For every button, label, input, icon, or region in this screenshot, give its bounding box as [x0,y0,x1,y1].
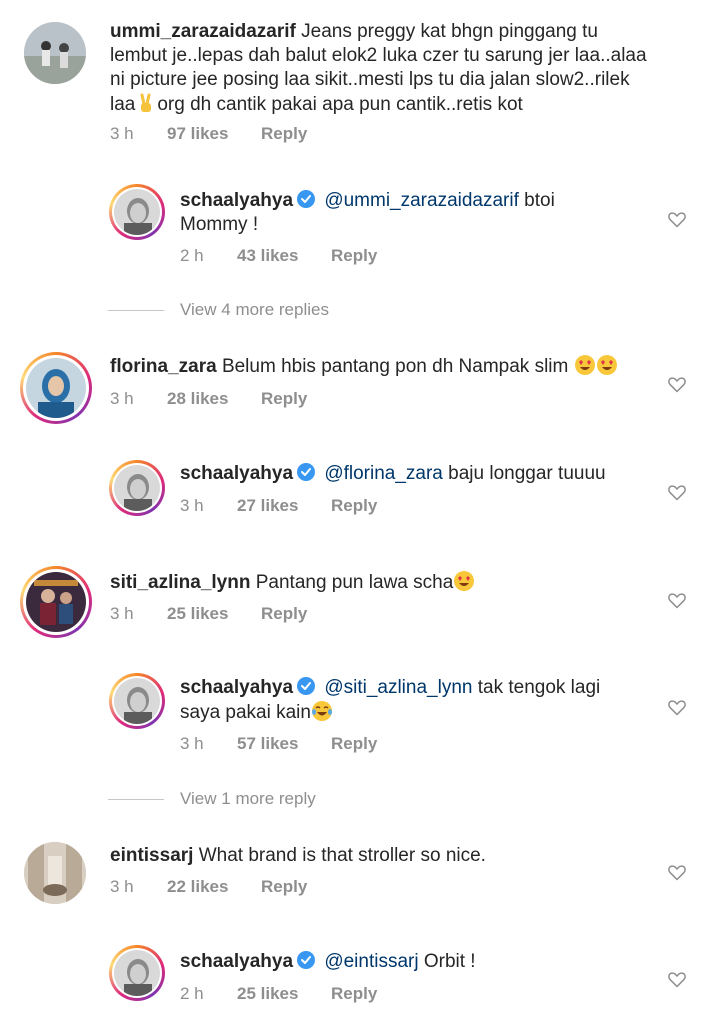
reply-username[interactable]: schaalyahya [180,677,293,698]
comment-username[interactable]: eintissarj [110,845,193,866]
avatar[interactable] [20,566,92,638]
avatar-photo [114,950,160,996]
avatar-photo [24,842,86,904]
heart-icon[interactable] [667,482,687,502]
comment-username[interactable]: florina_zara [110,356,217,377]
reply-username[interactable]: schaalyahya [180,463,293,484]
avatar[interactable] [109,184,165,240]
comment-time: 3 h [110,124,134,143]
avatar-photo [114,465,160,511]
avatar[interactable] [20,352,92,424]
verified-badge-icon [297,951,316,969]
reply-button[interactable]: Reply [261,877,307,897]
mention-link[interactable]: @siti_azlina_lynn [324,677,472,698]
mention-link[interactable]: @eintissarj [324,951,418,972]
divider [108,310,164,312]
avatar[interactable] [109,945,165,1001]
heart-icon[interactable] [667,969,687,989]
comment-text: ummi_zarazaidazarif Jeans preggy kat bhg… [110,21,647,115]
comment-time: 3 h [110,389,134,408]
reply-button[interactable]: Reply [261,604,307,624]
avatar[interactable] [24,22,86,84]
heart-eyes-emoji [574,354,618,379]
reply-time: 2 h [180,984,204,1003]
avatar-photo [114,678,160,724]
heart-icon[interactable] [667,209,687,229]
reply-button[interactable]: Reply [331,734,377,754]
tears-of-joy-emoji [311,701,332,721]
verified-badge-icon [297,190,316,208]
view-more-replies[interactable]: View 1 more reply [108,789,316,809]
reply-button[interactable]: Reply [261,389,307,409]
heart-icon[interactable] [667,697,687,717]
heart-icon[interactable] [667,862,687,882]
avatar-photo [26,572,86,632]
likes-count[interactable]: 25 likes [237,984,298,1004]
reply-username[interactable]: schaalyahya [180,951,293,972]
likes-count[interactable]: 22 likes [167,877,228,897]
reply-text: schaalyahya @ummi_zarazaidazarif btoi Mo… [180,190,555,235]
reply-time: 3 h [180,496,204,515]
likes-count[interactable]: 57 likes [237,734,298,754]
avatar-photo [26,358,86,418]
likes-count[interactable]: 97 likes [167,124,228,144]
reply-time: 3 h [180,734,204,753]
comment-username[interactable]: ummi_zarazaidazarif [110,21,296,42]
comment-time: 3 h [110,877,134,896]
likes-count[interactable]: 27 likes [237,496,298,516]
heart-eyes-emoji [454,571,475,591]
avatar[interactable] [109,673,165,729]
reply-button[interactable]: Reply [331,984,377,1004]
avatar[interactable] [109,460,165,516]
comment-time: 3 h [110,604,134,623]
view-more-replies[interactable]: View 4 more replies [108,300,329,320]
reply-button[interactable]: Reply [261,124,307,144]
reply-username[interactable]: schaalyahya [180,190,293,211]
comment-text: florina_zara Belum hbis pantang pon dh N… [110,354,670,379]
avatar-photo [114,189,160,235]
reply-time: 2 h [180,246,204,265]
avatar-photo [24,22,86,84]
avatar[interactable] [24,842,86,904]
likes-count[interactable]: 43 likes [237,246,298,266]
mention-link[interactable]: @ummi_zarazaidazarif [324,190,519,211]
reply-button[interactable]: Reply [331,246,377,266]
victory-hand-emoji [140,93,152,112]
comment-text: siti_azlina_lynn Pantang pun lawa scha [110,570,670,595]
comment-text: eintissarj What brand is that stroller s… [110,845,486,866]
reply-text: schaalyahya @florina_zara baju longgar t… [180,463,606,484]
reply-text: schaalyahya @eintissarj Orbit ! [180,951,476,972]
likes-count[interactable]: 25 likes [167,604,228,624]
likes-count[interactable]: 28 likes [167,389,228,409]
mention-link[interactable]: @florina_zara [324,463,443,484]
divider [108,799,164,801]
reply-button[interactable]: Reply [331,496,377,516]
reply-text: schaalyahya @siti_azlina_lynn tak tengok… [180,677,601,723]
verified-badge-icon [297,677,316,695]
heart-icon[interactable] [667,590,687,610]
comment-username[interactable]: siti_azlina_lynn [110,572,250,593]
heart-icon[interactable] [667,374,687,394]
verified-badge-icon [297,463,316,481]
